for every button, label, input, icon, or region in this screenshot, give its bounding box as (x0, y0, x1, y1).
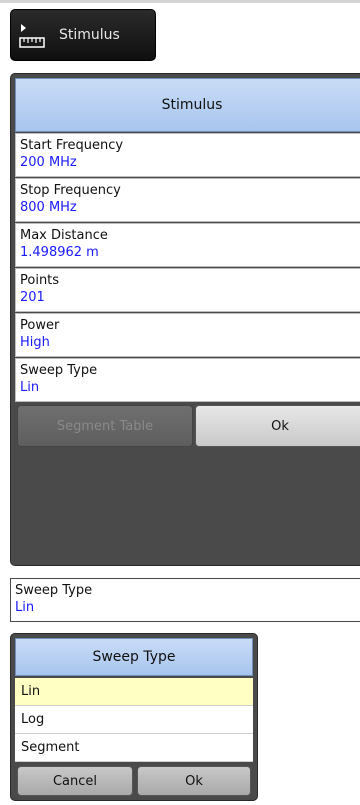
field-value: High (20, 335, 50, 350)
ok-button[interactable]: Ok (195, 405, 360, 447)
field-label: Sweep Type (15, 583, 93, 598)
cancel-button[interactable]: Cancel (17, 766, 133, 796)
field-start-frequency[interactable]: Start Frequency 200 MHz (15, 133, 360, 177)
ruler-icon (19, 24, 45, 48)
field-power[interactable]: Power High (15, 313, 360, 357)
field-label: Sweep Type (20, 363, 98, 378)
field-sweep-type[interactable]: Sweep Type Lin (15, 358, 360, 402)
field-value: 201 (20, 290, 45, 305)
top-divider (0, 0, 360, 3)
field-stop-frequency[interactable]: Stop Frequency 800 MHz (15, 178, 360, 222)
field-label: Points (20, 273, 60, 288)
field-value: Lin (15, 600, 35, 615)
field-label: Power (20, 318, 60, 333)
option-log[interactable]: Log (15, 706, 253, 734)
dialog-title: Stimulus (15, 78, 360, 132)
sweep-type-popup: Sweep Type Lin Log Segment Cancel Ok (10, 633, 258, 801)
field-value: 800 MHz (20, 200, 77, 215)
stimulus-tab-button[interactable]: Stimulus (10, 9, 156, 61)
field-value: 1.498962 m (20, 245, 99, 260)
option-segment[interactable]: Segment (15, 734, 253, 762)
field-points[interactable]: Points 201 (15, 268, 360, 312)
field-label: Stop Frequency (20, 183, 121, 198)
field-label: Start Frequency (20, 138, 124, 153)
segment-table-button[interactable]: Segment Table (17, 405, 193, 447)
field-value: Lin (20, 380, 40, 395)
option-lin[interactable]: Lin (15, 678, 253, 706)
field-max-distance[interactable]: Max Distance 1.498962 m (15, 223, 360, 267)
field-label: Max Distance (20, 228, 108, 243)
popup-title: Sweep Type (15, 638, 253, 676)
popup-ok-button[interactable]: Ok (137, 766, 251, 796)
stimulus-tab-label: Stimulus (59, 27, 120, 43)
stimulus-dialog: Stimulus Start Frequency 200 MHz Stop Fr… (10, 73, 360, 566)
sweep-type-field[interactable]: Sweep Type Lin (10, 578, 360, 622)
field-value: 200 MHz (20, 155, 77, 170)
